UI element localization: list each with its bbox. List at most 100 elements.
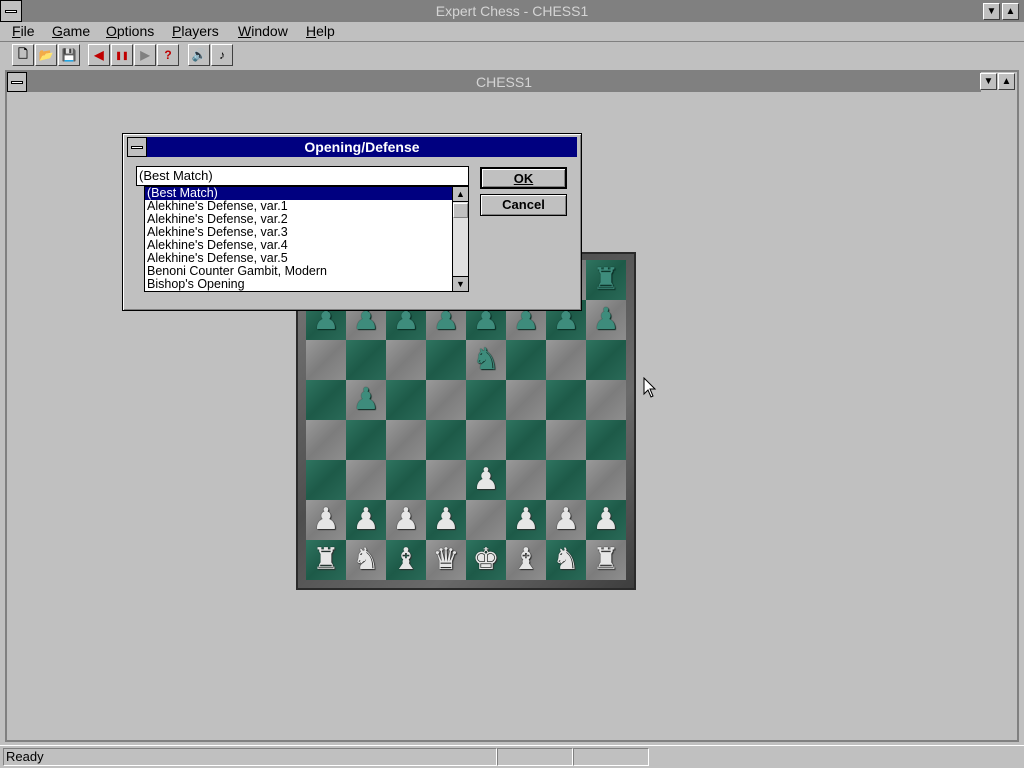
square-a5[interactable] — [306, 380, 346, 420]
list-item[interactable]: Bishop's Opening — [145, 278, 452, 291]
square-g5[interactable] — [546, 380, 586, 420]
square-d4[interactable] — [426, 420, 466, 460]
opening-combo-input[interactable]: (Best Match) — [136, 166, 469, 186]
white-pawn-icon[interactable]: ♟ — [553, 505, 580, 535]
square-g4[interactable] — [546, 420, 586, 460]
square-b4[interactable] — [346, 420, 386, 460]
white-pawn-icon[interactable]: ♟ — [353, 505, 380, 535]
square-a1[interactable]: ♜ — [306, 540, 346, 580]
square-d2[interactable]: ♟ — [426, 500, 466, 540]
pause-button[interactable]: ❚❚ — [111, 44, 133, 66]
square-f4[interactable] — [506, 420, 546, 460]
square-a6[interactable] — [306, 340, 346, 380]
square-b6[interactable] — [346, 340, 386, 380]
menu-game[interactable]: Game — [52, 23, 90, 39]
square-d5[interactable] — [426, 380, 466, 420]
scroll-down-icon[interactable]: ▼ — [453, 276, 468, 291]
square-d6[interactable] — [426, 340, 466, 380]
square-h1[interactable]: ♜ — [586, 540, 626, 580]
opening-listbox[interactable]: (Best Match) Alekhine's Defense, var.1 Ale… — [144, 186, 469, 292]
square-g2[interactable]: ♟ — [546, 500, 586, 540]
square-a3[interactable] — [306, 460, 346, 500]
listbox-scrollbar[interactable]: ▲ ▼ — [452, 187, 468, 291]
menu-help[interactable]: Help — [306, 23, 335, 39]
black-rook-icon[interactable]: ♜ — [593, 265, 620, 295]
ok-button[interactable]: OK — [480, 167, 567, 189]
square-f3[interactable] — [506, 460, 546, 500]
square-d3[interactable] — [426, 460, 466, 500]
square-f6[interactable] — [506, 340, 546, 380]
square-h3[interactable] — [586, 460, 626, 500]
square-c6[interactable] — [386, 340, 426, 380]
square-g6[interactable] — [546, 340, 586, 380]
white-pawn-icon[interactable]: ♟ — [593, 505, 620, 535]
menu-players[interactable]: Players — [172, 23, 219, 39]
scroll-up-icon[interactable]: ▲ — [453, 187, 468, 202]
white-pawn-icon[interactable]: ♟ — [513, 505, 540, 535]
square-h5[interactable] — [586, 380, 626, 420]
music-note-button[interactable]: ♪ — [211, 44, 233, 66]
step-back-button[interactable]: ◀ — [88, 44, 110, 66]
menu-options[interactable]: Options — [106, 23, 154, 39]
square-g3[interactable] — [546, 460, 586, 500]
square-g1[interactable]: ♞ — [546, 540, 586, 580]
square-h4[interactable] — [586, 420, 626, 460]
square-f1[interactable]: ♝ — [506, 540, 546, 580]
sound-button[interactable]: 🔊 — [188, 44, 210, 66]
black-pawn-icon[interactable]: ♟ — [593, 305, 620, 335]
menu-window[interactable]: Window — [238, 23, 288, 39]
white-bishop-icon[interactable]: ♝ — [393, 545, 420, 575]
new-file-button[interactable]: 🗋 — [12, 44, 34, 66]
child-maximize-button[interactable]: ▲ — [998, 73, 1015, 90]
white-pawn-icon[interactable]: ♟ — [433, 505, 460, 535]
square-e6[interactable]: ♞ — [466, 340, 506, 380]
square-c3[interactable] — [386, 460, 426, 500]
white-king-icon[interactable]: ♚ — [473, 545, 500, 575]
square-h6[interactable] — [586, 340, 626, 380]
child-minimize-button[interactable]: ▼ — [980, 73, 997, 90]
white-knight-icon[interactable]: ♞ — [353, 545, 380, 575]
square-c4[interactable] — [386, 420, 426, 460]
square-e4[interactable] — [466, 420, 506, 460]
square-e2[interactable] — [466, 500, 506, 540]
step-forward-button[interactable]: ▶ — [134, 44, 156, 66]
menu-file[interactable]: File — [12, 23, 35, 39]
square-a2[interactable]: ♟ — [306, 500, 346, 540]
minimize-button[interactable]: ▼ — [983, 3, 1000, 20]
white-pawn-icon[interactable]: ♟ — [473, 465, 500, 495]
white-rook-icon[interactable]: ♜ — [593, 545, 620, 575]
square-b1[interactable]: ♞ — [346, 540, 386, 580]
square-h2[interactable]: ♟ — [586, 500, 626, 540]
child-system-menu-icon[interactable] — [7, 72, 27, 92]
square-h7[interactable]: ♟ — [586, 300, 626, 340]
dialog-system-menu-icon[interactable] — [127, 137, 147, 157]
open-folder-button[interactable]: 📂 — [35, 44, 57, 66]
cancel-button[interactable]: Cancel — [480, 194, 567, 216]
square-b3[interactable] — [346, 460, 386, 500]
square-b5[interactable]: ♟ — [346, 380, 386, 420]
white-pawn-icon[interactable]: ♟ — [393, 505, 420, 535]
help-question-button[interactable]: ? — [157, 44, 179, 66]
square-e5[interactable] — [466, 380, 506, 420]
system-menu-icon[interactable] — [0, 0, 22, 22]
square-e1[interactable]: ♚ — [466, 540, 506, 580]
black-pawn-icon[interactable]: ♟ — [353, 385, 380, 415]
white-rook-icon[interactable]: ♜ — [313, 545, 340, 575]
white-knight-icon[interactable]: ♞ — [553, 545, 580, 575]
square-a4[interactable] — [306, 420, 346, 460]
scroll-thumb[interactable] — [453, 203, 468, 218]
square-c5[interactable] — [386, 380, 426, 420]
square-e3[interactable]: ♟ — [466, 460, 506, 500]
maximize-button[interactable]: ▲ — [1002, 3, 1019, 20]
square-c2[interactable]: ♟ — [386, 500, 426, 540]
white-pawn-icon[interactable]: ♟ — [313, 505, 340, 535]
square-c1[interactable]: ♝ — [386, 540, 426, 580]
black-knight-icon[interactable]: ♞ — [473, 345, 500, 375]
square-f2[interactable]: ♟ — [506, 500, 546, 540]
square-f5[interactable] — [506, 380, 546, 420]
square-b2[interactable]: ♟ — [346, 500, 386, 540]
square-h8[interactable]: ♜ — [586, 260, 626, 300]
square-d1[interactable]: ♛ — [426, 540, 466, 580]
white-bishop-icon[interactable]: ♝ — [513, 545, 540, 575]
white-queen-icon[interactable]: ♛ — [433, 545, 460, 575]
